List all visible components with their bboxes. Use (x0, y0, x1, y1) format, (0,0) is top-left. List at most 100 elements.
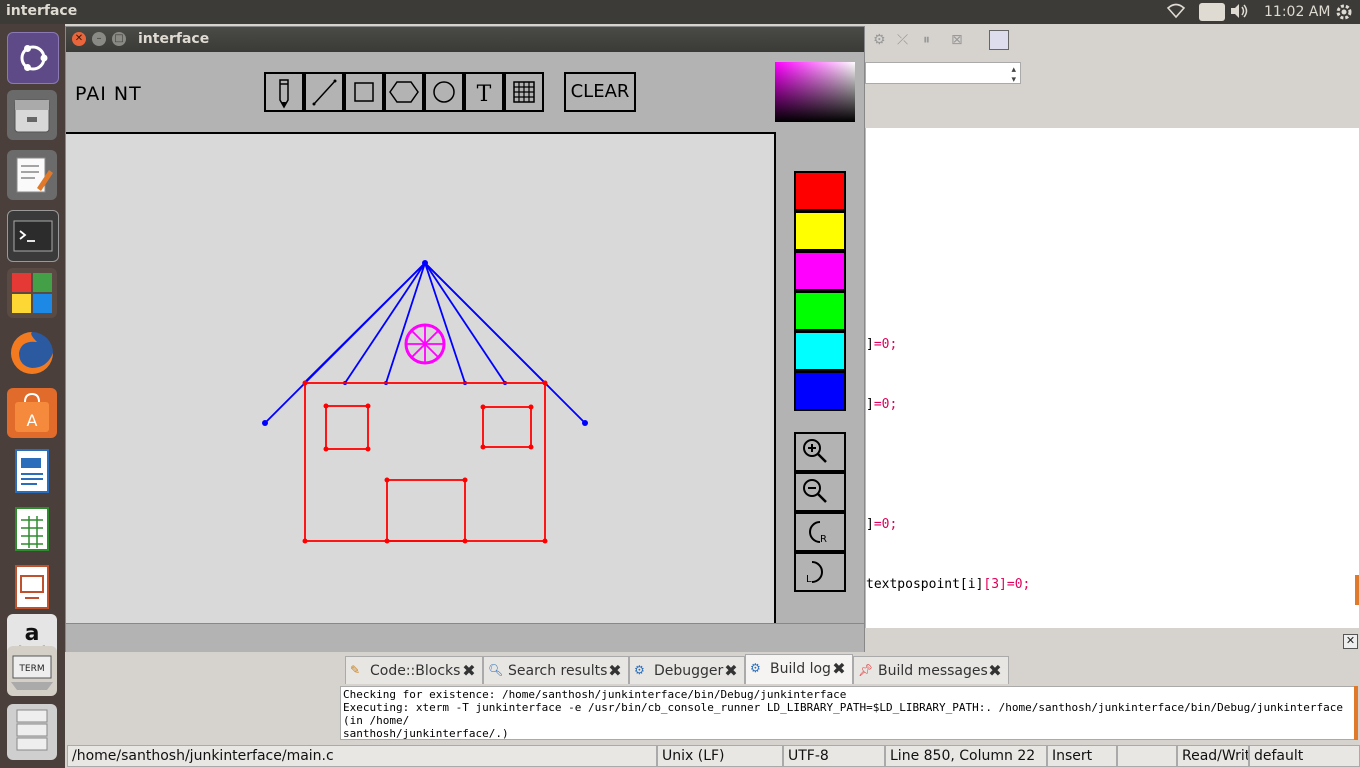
status-profile: default (1249, 745, 1360, 767)
pencil-icon (279, 79, 289, 109)
pencil-icon: ✎ (350, 663, 361, 677)
code-fragment: textpospoint[i] (866, 577, 984, 592)
svg-text:a: a (25, 621, 40, 646)
color-gradient-picker[interactable] (775, 62, 855, 122)
status-mode: Insert (1047, 745, 1117, 767)
log-tabs: ✎ Code::Blocks ✖ 🔍︎ Search results ✖ ⚙ D… (340, 654, 1360, 686)
text-editor-icon[interactable] (7, 150, 57, 200)
close-icon[interactable]: ✖ (722, 662, 740, 680)
pin-icon: 📌︎ (858, 663, 874, 677)
debug-window-icon[interactable] (989, 30, 1009, 50)
circle-tool-button[interactable] (424, 72, 464, 112)
status-encoding: UTF-8 (783, 745, 885, 767)
status-readwrite: Read/Write (1177, 745, 1249, 767)
calc-icon[interactable] (7, 504, 57, 554)
keyboard-language-indicator[interactable]: En (1199, 3, 1225, 21)
magnifier-icon: 🔍︎ (488, 663, 504, 677)
tab-build-messages[interactable]: 📌︎ Build messages ✖ (853, 656, 1009, 684)
xterm-icon[interactable]: TERM (7, 646, 57, 696)
drawing (262, 260, 588, 544)
code-fragment: ] (866, 337, 874, 352)
wifi-icon[interactable] (1166, 2, 1186, 22)
grid-icon (513, 81, 535, 103)
codeblocks-icon[interactable] (7, 268, 57, 318)
tab-label: Search results (508, 663, 608, 679)
scope-combobox[interactable]: ▴ ▾ (865, 62, 1021, 85)
grid-tool-button[interactable] (504, 72, 544, 112)
text-tool-button[interactable]: T (464, 72, 504, 112)
maximize-window-icon[interactable]: □ (112, 32, 126, 46)
active-app-title: interface (6, 3, 78, 19)
rectangle-tool-button[interactable] (344, 72, 384, 112)
window-title: interface (138, 31, 210, 47)
rotate-left-button[interactable]: L (794, 552, 846, 592)
paint-window: ✕ – □ interface PAI NT T CLEAR R L (65, 26, 865, 652)
code-editor[interactable]: ]=0; ]=0; ]=0; textpospoint[i][3]=0; (865, 128, 1359, 628)
zoom-in-icon (803, 439, 827, 463)
tab-debugger[interactable]: ⚙ Debugger ✖ (629, 656, 745, 684)
build-log-output[interactable]: Checking for existence: /home/santhosh/j… (340, 686, 1358, 740)
rectangle-icon (354, 82, 374, 102)
polygon-tool-button[interactable] (384, 72, 424, 112)
zoom-in-button[interactable] (794, 432, 846, 472)
log-line: Executing: xterm -T junkinterface -e /us… (343, 701, 1344, 727)
tab-build-log[interactable]: ⚙ Build log ✖ (745, 654, 853, 684)
clear-button[interactable]: CLEAR (564, 72, 636, 112)
settings-gear-icon[interactable] (1334, 2, 1354, 22)
drawing-canvas[interactable] (66, 132, 776, 623)
status-file-path: /home/santhosh/junkinterface/main.c (67, 745, 657, 767)
tab-label: Code::Blocks (370, 663, 461, 679)
log-line: Checking for existence: /home/santhosh/j… (343, 688, 847, 701)
files-icon[interactable] (7, 90, 57, 140)
close-icon[interactable]: ✖ (460, 662, 478, 680)
status-modified (1117, 745, 1177, 767)
color-red-swatch[interactable] (794, 171, 846, 211)
minimize-window-icon[interactable]: – (92, 32, 106, 46)
color-blue-swatch[interactable] (794, 371, 846, 411)
debug-step-icon[interactable]: ⚙ (873, 32, 886, 48)
close-icon[interactable]: ✖ (830, 660, 848, 678)
trash-icon[interactable] (7, 704, 57, 760)
writer-icon[interactable] (7, 446, 57, 496)
svg-text:TERM: TERM (18, 664, 44, 674)
close-icon[interactable]: ✖ (986, 662, 1004, 680)
text-icon: T (477, 82, 492, 107)
gear-icon: ⚙ (634, 663, 645, 677)
paint-titlebar[interactable]: ✕ – □ interface (66, 27, 864, 52)
impress-icon[interactable] (7, 562, 57, 612)
color-green-swatch[interactable] (794, 291, 846, 331)
close-panel-icon[interactable]: ✕ (1343, 634, 1358, 649)
stop-icon[interactable]: ⊠ (951, 32, 963, 48)
polygon-icon (389, 81, 419, 103)
tab-search-results[interactable]: 🔍︎ Search results ✖ (483, 656, 629, 684)
debug-break-icon[interactable]: ⤫ (897, 32, 908, 48)
zoom-out-button[interactable] (794, 472, 846, 512)
color-magenta-swatch[interactable] (794, 251, 846, 291)
close-window-icon[interactable]: ✕ (72, 32, 86, 46)
color-yellow-swatch[interactable] (794, 211, 846, 251)
zoom-out-icon (803, 479, 827, 503)
status-eol: Unix (LF) (657, 745, 783, 767)
tab-codeblocks[interactable]: ✎ Code::Blocks ✖ (345, 656, 483, 684)
dash-home-icon[interactable] (7, 32, 59, 84)
close-icon[interactable]: ✖ (606, 662, 624, 680)
rotate-right-icon: R (809, 521, 827, 545)
firefox-icon[interactable] (7, 328, 57, 378)
rotate-left-label: L (806, 574, 812, 585)
gear-icon: ⚙ (750, 661, 761, 675)
app-label: PAI NT (75, 83, 142, 105)
terminal-icon[interactable] (7, 210, 59, 262)
pause-icon[interactable]: ⏸ (923, 32, 930, 48)
pencil-tool-button[interactable] (264, 72, 304, 112)
tab-label: Debugger (654, 663, 724, 679)
volume-icon[interactable] (1228, 2, 1250, 22)
software-center-icon[interactable]: A (7, 388, 57, 438)
color-cyan-swatch[interactable] (794, 331, 846, 371)
line-icon (312, 79, 337, 106)
rotate-right-button[interactable]: R (794, 512, 846, 552)
line-tool-button[interactable] (304, 72, 344, 112)
status-position: Line 850, Column 22 (885, 745, 1047, 767)
clock[interactable]: 11:02 AM (1264, 2, 1330, 22)
code-fragment: ] (866, 517, 874, 532)
text-tool-glyph: T (477, 82, 492, 107)
